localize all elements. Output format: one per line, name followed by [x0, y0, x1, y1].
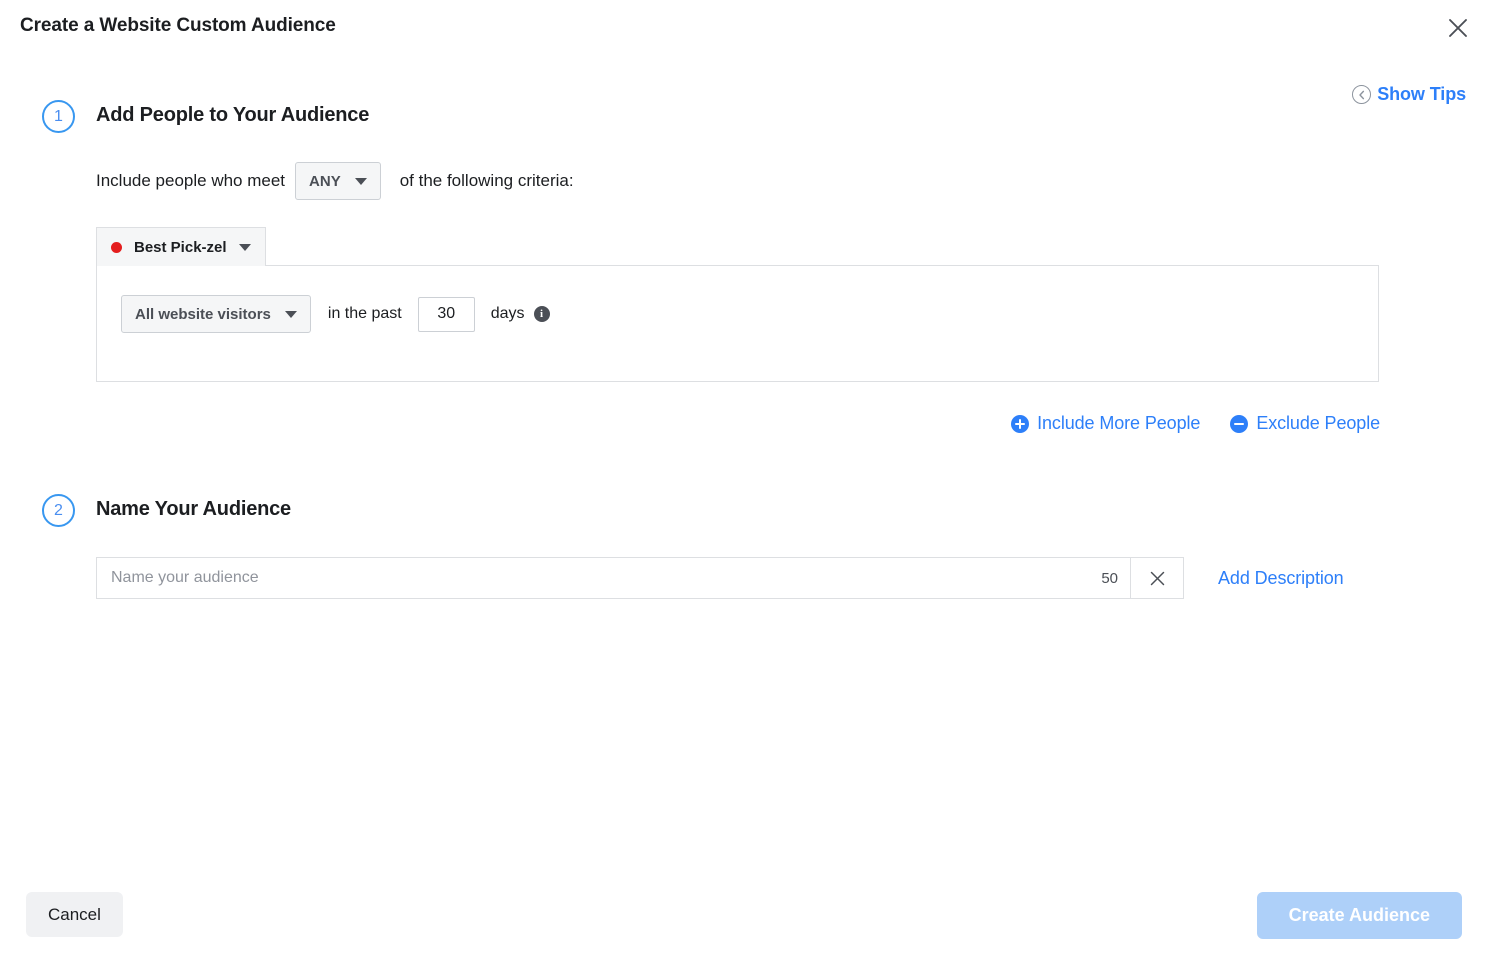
chevron-down-icon — [239, 244, 251, 251]
chevron-left-circle-icon — [1352, 85, 1371, 104]
retention-prefix-label: in the past — [328, 305, 402, 323]
show-tips-label: Show Tips — [1377, 84, 1466, 105]
chevron-down-icon — [285, 311, 297, 318]
pixel-source-tab[interactable]: Best Pick-zel — [96, 227, 266, 266]
exclude-people-link[interactable]: Exclude People — [1230, 413, 1380, 434]
cancel-button[interactable]: Cancel — [26, 892, 123, 937]
dialog-header: Create a Website Custom Audience — [0, 0, 1488, 56]
plus-circle-icon — [1011, 415, 1029, 433]
audience-name-input[interactable] — [96, 557, 1095, 599]
show-tips-link[interactable]: Show Tips — [1352, 84, 1466, 105]
close-icon — [1149, 570, 1166, 587]
chevron-down-icon — [355, 178, 367, 185]
include-more-people-link[interactable]: Include More People — [1011, 413, 1200, 434]
criteria-container: All website visitors in the past days i — [96, 265, 1379, 382]
close-dialog-button[interactable] — [1440, 10, 1476, 46]
event-type-dropdown[interactable]: All website visitors — [121, 295, 311, 333]
audience-name-row: 50 Add Description — [96, 557, 1344, 599]
step-1-title: Add People to Your Audience — [96, 104, 369, 127]
step-1-number: 1 — [42, 100, 75, 133]
event-type-value: All website visitors — [135, 306, 271, 323]
audience-action-links: Include More People Exclude People — [1011, 413, 1380, 434]
exclude-people-label: Exclude People — [1256, 413, 1380, 434]
include-people-prefix-label: Include people who meet — [96, 171, 285, 191]
clear-name-button[interactable] — [1130, 557, 1184, 599]
retention-suffix-label: days — [491, 305, 525, 323]
pixel-source-name: Best Pick-zel — [134, 239, 227, 256]
add-description-link[interactable]: Add Description — [1218, 568, 1344, 589]
include-more-people-label: Include More People — [1037, 413, 1200, 434]
match-operator-dropdown[interactable]: ANY — [295, 162, 381, 200]
criteria-rule-row: All website visitors in the past days i — [121, 295, 550, 333]
step-2-number: 2 — [42, 494, 75, 527]
pixel-status-dot-icon — [111, 242, 122, 253]
match-operator-value: ANY — [309, 173, 341, 190]
character-counter: 50 — [1095, 557, 1130, 599]
match-criteria-row: Include people who meet ANY of the follo… — [96, 162, 574, 200]
minus-circle-icon — [1230, 415, 1248, 433]
page-title: Create a Website Custom Audience — [20, 15, 336, 37]
close-icon — [1447, 17, 1469, 39]
retention-days-input[interactable] — [418, 297, 475, 332]
step-2-title: Name Your Audience — [96, 498, 291, 521]
dialog-footer: Cancel Create Audience — [0, 868, 1488, 962]
audience-name-field-group: 50 — [96, 557, 1184, 599]
info-icon[interactable]: i — [534, 306, 550, 322]
include-people-suffix-label: of the following criteria: — [400, 171, 574, 191]
create-audience-button[interactable]: Create Audience — [1257, 892, 1462, 939]
